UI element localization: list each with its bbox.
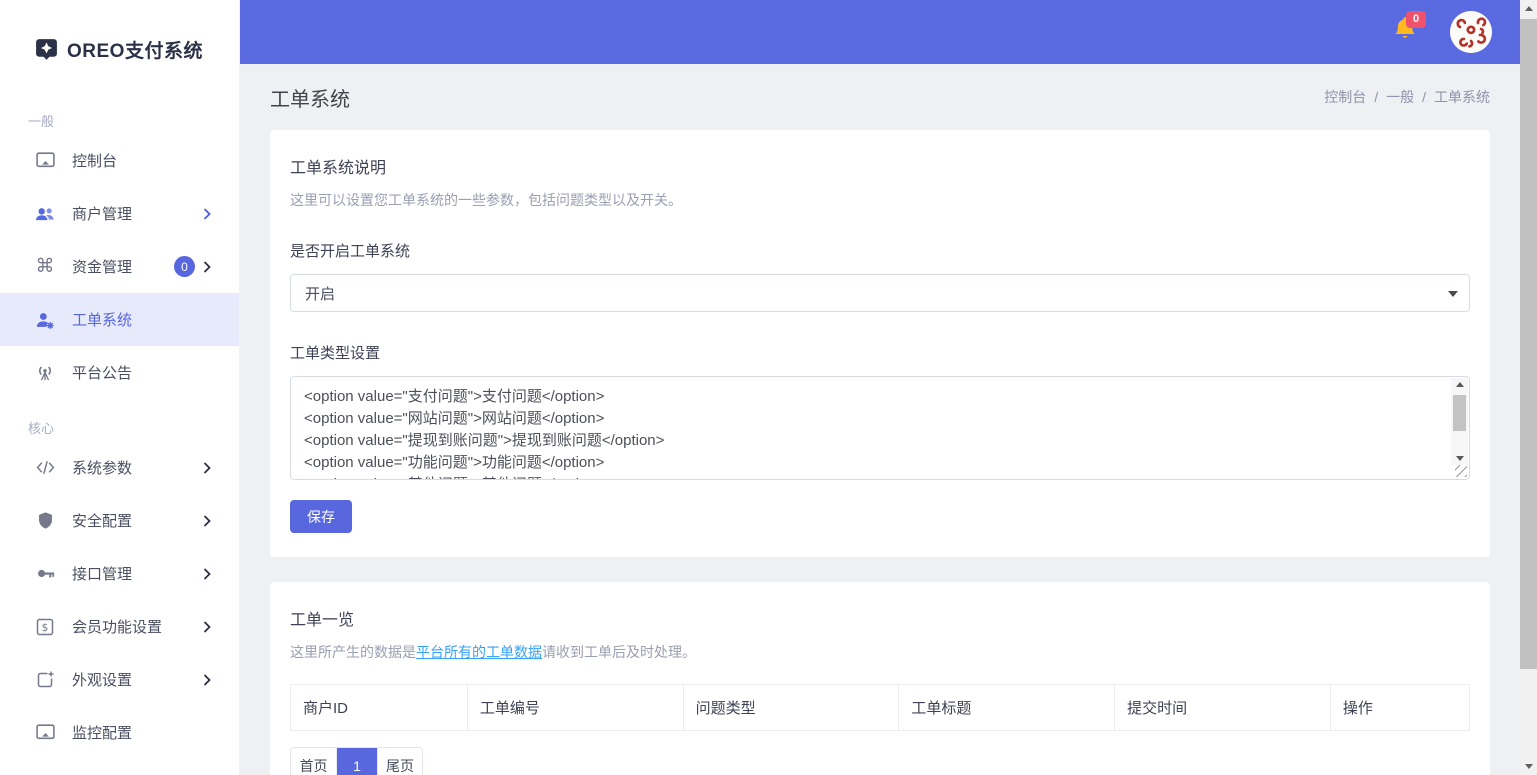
breadcrumb-separator: / — [1374, 89, 1378, 105]
sidebar-item-security[interactable]: 安全配置 — [0, 494, 239, 547]
chevron-right-icon — [203, 674, 211, 686]
sidebar-item-api[interactable]: 接口管理 — [0, 547, 239, 600]
sidebar-item-merchants[interactable]: 商户管理 — [0, 187, 239, 240]
window-scrollbar-thumb[interactable] — [1520, 19, 1537, 669]
chevron-right-icon — [203, 621, 211, 633]
sidebar-item-tickets[interactable]: 工单系统 — [0, 293, 239, 346]
dollar-box-icon: $ — [34, 616, 56, 638]
sidebar-item-monitoring[interactable]: 监控配置 — [0, 706, 239, 759]
ticket-enable-label: 是否开启工单系统 — [290, 240, 1470, 261]
textarea-scrollbar[interactable] — [1451, 378, 1468, 465]
ticket-enable-select[interactable]: 开启 — [290, 274, 1470, 312]
key-icon — [34, 563, 56, 585]
ticket-enable-selected-value: 开启 — [305, 283, 335, 304]
sidebar-item-label: 工单系统 — [72, 309, 132, 330]
all-tickets-data-link[interactable]: 平台所有的工单数据 — [416, 644, 542, 660]
brand-pin-star-icon — [34, 37, 59, 62]
textarea-scrollbar-thumb[interactable] — [1453, 395, 1466, 431]
tickets-table: 商户ID 工单编号 问题类型 工单标题 提交时间 操作 — [290, 684, 1470, 731]
settings-card-title: 工单系统说明 — [290, 154, 1470, 178]
sidebar-item-label: 接口管理 — [72, 563, 132, 584]
notification-count-badge: 0 — [1406, 11, 1426, 28]
table-header-row: 商户ID 工单编号 问题类型 工单标题 提交时间 操作 — [291, 685, 1470, 731]
chevron-right-icon — [203, 462, 211, 474]
brand-logo[interactable]: OREO支付系统 — [0, 0, 239, 92]
breadcrumb-item-general[interactable]: 一般 — [1386, 87, 1414, 107]
breadcrumb-separator: / — [1422, 89, 1426, 105]
user-gear-icon — [34, 309, 56, 331]
brand-title: OREO支付系统 — [67, 36, 203, 63]
sidebar-item-label: 控制台 — [72, 150, 117, 171]
sidebar-item-label: 系统参数 — [72, 457, 132, 478]
sidebar-item-appearance[interactable]: 外观设置 — [0, 653, 239, 706]
user-avatar[interactable] — [1450, 11, 1492, 53]
menu-section-core: 核心 — [0, 399, 239, 441]
col-merchant-id: 商户ID — [291, 685, 468, 731]
sidebar-item-label: 商户管理 — [72, 203, 132, 224]
col-issue-type: 问题类型 — [683, 685, 899, 731]
ticket-types-label: 工单类型设置 — [290, 342, 1470, 363]
command-icon: ⌘ — [34, 256, 56, 278]
breadcrumb: 控制台 / 一般 / 工单系统 — [1324, 87, 1490, 107]
caret-down-icon — [1448, 291, 1458, 297]
ticket-types-textarea[interactable]: <option value="支付问题">支付问题</option> <opti… — [290, 376, 1470, 480]
col-actions: 操作 — [1330, 685, 1469, 731]
orders-card-description: 这里所产生的数据是平台所有的工单数据请收到工单后及时处理。 — [290, 642, 1470, 662]
shield-icon — [34, 510, 56, 532]
chevron-right-icon — [203, 208, 211, 220]
scroll-down-icon[interactable] — [1451, 452, 1468, 465]
pagination-page-1-button[interactable]: 1 — [336, 748, 377, 775]
monitor-icon — [34, 722, 56, 744]
col-ticket-title: 工单标题 — [899, 685, 1115, 731]
funds-count-badge: 0 — [174, 256, 195, 277]
sidebar-item-label: 资金管理 — [72, 256, 132, 277]
breadcrumb-item-tickets[interactable]: 工单系统 — [1434, 87, 1490, 107]
page-title: 工单系统 — [270, 83, 350, 112]
menu-section-general: 一般 — [0, 92, 239, 134]
subheader: 工单系统 控制台 / 一般 / 工单系统 — [240, 64, 1520, 130]
chevron-right-icon — [203, 261, 211, 273]
svg-text:$: $ — [42, 622, 49, 634]
monitor-icon — [34, 150, 56, 172]
users-icon — [34, 203, 56, 225]
sidebar-item-announcements[interactable]: 平台公告 — [0, 346, 239, 399]
notifications-button[interactable]: 0 — [1392, 15, 1422, 49]
sidebar-item-label: 监控配置 — [72, 722, 132, 743]
sidebar-item-member-features[interactable]: $ 会员功能设置 — [0, 600, 239, 653]
code-icon — [34, 457, 56, 479]
sidebar-item-system-params[interactable]: 系统参数 — [0, 441, 239, 494]
scroll-up-icon[interactable] — [1451, 378, 1468, 391]
sidebar-item-label: 外观设置 — [72, 669, 132, 690]
ticket-list-card: 工单一览 这里所产生的数据是平台所有的工单数据请收到工单后及时处理。 商户ID … — [270, 582, 1490, 775]
main-content: 工单系统 控制台 / 一般 / 工单系统 工单系统说明 这里可以设置您工单系统的… — [240, 64, 1520, 775]
sidebar-item-console[interactable]: 控制台 — [0, 134, 239, 187]
sidebar-item-label: 会员功能设置 — [72, 616, 162, 637]
settings-card-description: 这里可以设置您工单系统的一些参数，包括问题类型以及开关。 — [290, 190, 1470, 210]
textarea-resize-handle[interactable] — [1455, 465, 1467, 477]
broadcast-icon — [34, 362, 56, 384]
chevron-right-icon — [203, 568, 211, 580]
breadcrumb-item-console[interactable]: 控制台 — [1324, 87, 1366, 107]
scroll-down-icon[interactable] — [1520, 758, 1537, 775]
orders-description-prefix: 这里所产生的数据是 — [290, 644, 416, 660]
sidebar: OREO支付系统 一般 控制台 商户管理 ⌘ 资金管理 0 工单系统 — [0, 0, 240, 775]
ticket-types-value: <option value="支付问题">支付问题</option> <opti… — [291, 377, 1469, 479]
save-button[interactable]: 保存 — [290, 500, 352, 533]
orders-description-suffix: 请收到工单后及时处理。 — [542, 644, 696, 660]
pagination-last-button[interactable]: 尾页 — [377, 748, 422, 775]
orders-card-title: 工单一览 — [290, 606, 1470, 630]
chevron-right-icon — [203, 515, 211, 527]
topbar: 0 — [240, 0, 1520, 64]
pagination-first-button[interactable]: 首页 — [291, 748, 336, 775]
col-ticket-number: 工单编号 — [467, 685, 683, 731]
col-submit-time: 提交时间 — [1115, 685, 1331, 731]
frame-plus-icon — [34, 669, 56, 691]
sidebar-item-label: 平台公告 — [72, 362, 132, 383]
sidebar-item-funds[interactable]: ⌘ 资金管理 0 — [0, 240, 239, 293]
ticket-settings-card: 工单系统说明 这里可以设置您工单系统的一些参数，包括问题类型以及开关。 是否开启… — [270, 130, 1490, 557]
pagination: 首页 1 尾页 — [290, 747, 423, 775]
window-scrollbar[interactable] — [1520, 0, 1537, 775]
sidebar-item-label: 安全配置 — [72, 510, 132, 531]
scroll-up-icon[interactable] — [1520, 0, 1537, 17]
